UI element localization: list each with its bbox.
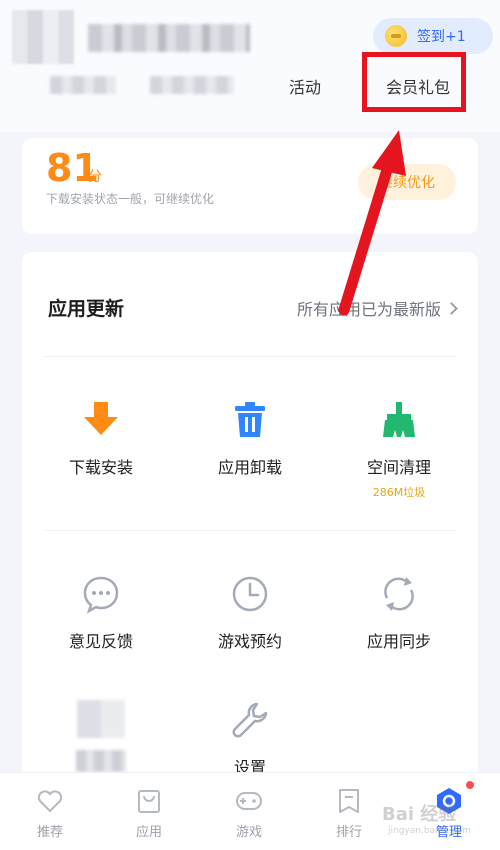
- app-updates-status: 所有应用已为最新版: [296, 300, 441, 319]
- checkin-button[interactable]: 签到+1: [373, 18, 493, 54]
- broom-icon: [383, 402, 415, 437]
- tool-settings[interactable]: 设置: [175, 700, 325, 778]
- junk-size-badge: 286M垃圾: [372, 486, 426, 499]
- nav-label: 游戏: [235, 825, 262, 840]
- tab-blurred-1[interactable]: [50, 76, 116, 94]
- score-description: 下载安装状态一般，可继续优化: [46, 192, 215, 206]
- download-arrow-icon: [84, 402, 118, 435]
- tool-label: 应用同步: [366, 632, 431, 651]
- watermark-logo: Bai 经验: [382, 804, 457, 825]
- user-avatar[interactable]: [12, 10, 74, 64]
- chevron-right-icon: [445, 301, 458, 315]
- nav-ranking[interactable]: 排行: [314, 787, 384, 840]
- nav-recommend[interactable]: 推荐: [15, 787, 85, 840]
- checkin-label: 签到+1: [417, 29, 466, 45]
- watermark-url: jingyan.baidu.com: [388, 826, 472, 836]
- clock-icon: [232, 576, 268, 612]
- divider: [44, 530, 456, 531]
- tool-label: 意见反馈: [68, 632, 133, 651]
- blurred-label: [76, 750, 126, 772]
- tools-card: 应用更新 所有应用已为最新版 下载安装 应用卸载 空间清理 286M垃圾 意见反…: [22, 252, 478, 792]
- trash-icon: [235, 402, 265, 437]
- tool-label: 应用卸载: [217, 458, 282, 477]
- notification-dot: [466, 781, 474, 789]
- gamepad-icon: [236, 792, 262, 810]
- nav-label: 应用: [135, 825, 162, 840]
- nav-games[interactable]: 游戏: [214, 787, 284, 840]
- heart-icon: [37, 790, 63, 813]
- tool-space-cleanup[interactable]: 空间清理 286M垃圾: [324, 400, 474, 500]
- tab-blurred-2[interactable]: [150, 76, 234, 94]
- tool-label: 下载安装: [68, 458, 133, 477]
- score-card: 81 分 下载安装状态一般，可继续优化 继续优化: [22, 138, 478, 234]
- chat-bubble-icon: [83, 576, 119, 614]
- nav-apps[interactable]: 应用: [114, 787, 184, 840]
- bookmark-icon: [339, 789, 359, 813]
- tab-activity[interactable]: 活动: [289, 74, 321, 98]
- tool-game-reservation[interactable]: 游戏预约: [175, 574, 325, 652]
- blurred-icon: [77, 700, 125, 738]
- tool-blurred[interactable]: [26, 700, 176, 772]
- sync-icon: [384, 577, 414, 611]
- tool-download-install[interactable]: 下载安装: [26, 400, 176, 478]
- continue-optimize-button[interactable]: 继续优化: [358, 164, 456, 200]
- tool-uninstall[interactable]: 应用卸载: [175, 400, 325, 478]
- tool-label: 空间清理: [366, 458, 431, 477]
- wrench-icon: [232, 702, 268, 738]
- bag-icon: [138, 790, 160, 813]
- nav-label: 排行: [335, 825, 362, 840]
- tool-feedback[interactable]: 意见反馈: [26, 574, 176, 652]
- tool-label: 游戏预约: [217, 632, 282, 651]
- score-unit: 分: [88, 169, 102, 185]
- divider: [44, 356, 456, 357]
- app-updates-title: 应用更新: [48, 298, 125, 320]
- tool-app-sync[interactable]: 应用同步: [324, 574, 474, 652]
- coin-icon: [385, 25, 407, 47]
- user-name-blurred: [88, 24, 250, 52]
- nav-label: 推荐: [36, 825, 63, 840]
- app-updates-link[interactable]: 所有应用已为最新版: [296, 296, 458, 320]
- highlight-annotation-box: [362, 52, 466, 112]
